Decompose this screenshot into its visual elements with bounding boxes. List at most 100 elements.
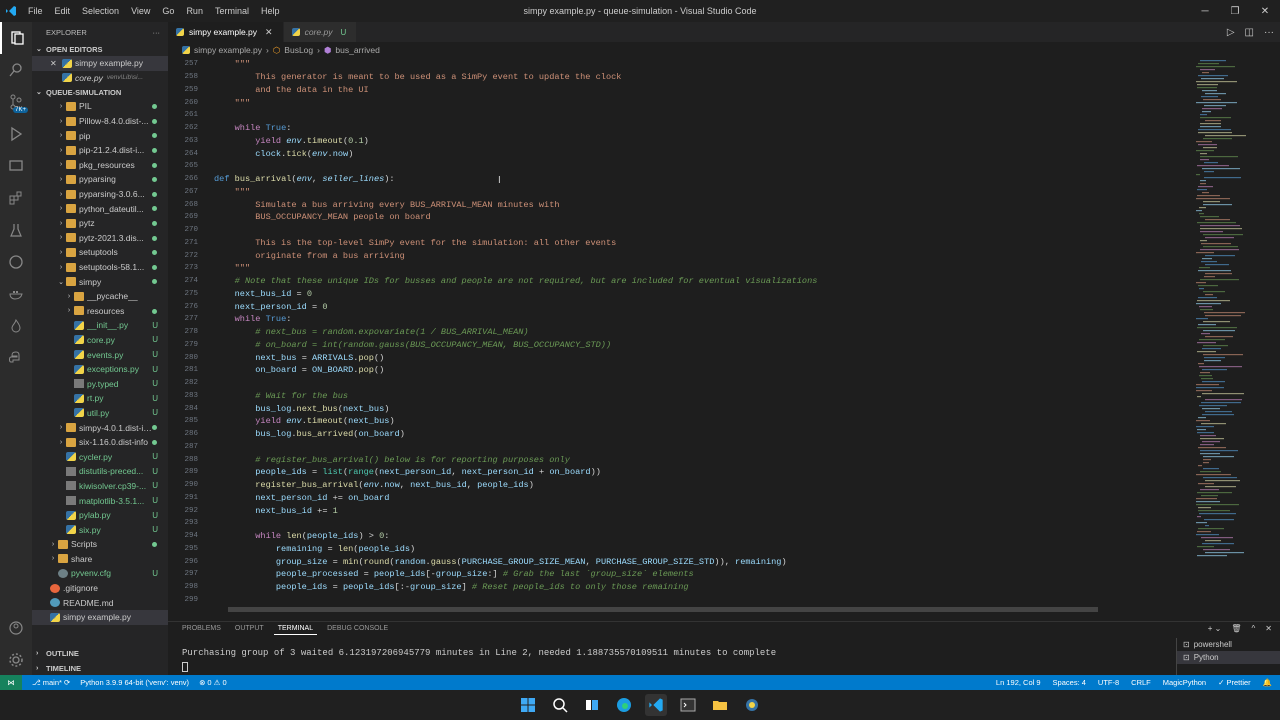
edge-browser-icon[interactable]	[613, 694, 635, 716]
task-view-icon[interactable]	[581, 694, 603, 716]
code-line[interactable]: 299	[168, 594, 1193, 607]
tree-item[interactable]: README.md	[32, 595, 168, 610]
timeline-section[interactable]: › TIMELINE	[32, 661, 168, 675]
tree-item[interactable]: › resources	[32, 304, 168, 319]
code-line[interactable]: 269 BUS_OCCUPANCY_MEAN people on board	[168, 211, 1193, 224]
tab-debug-console[interactable]: DEBUG CONSOLE	[323, 622, 392, 635]
tree-item[interactable]: › pytz	[32, 216, 168, 231]
outline-section[interactable]: › OUTLINE	[32, 646, 168, 660]
tree-item[interactable]: ⌄ simpy	[32, 274, 168, 289]
code-line[interactable]: 270	[168, 224, 1193, 237]
tree-item[interactable]: __init__.py U	[32, 318, 168, 333]
code-line[interactable]: 264 clock.tick(env.now)	[168, 147, 1193, 160]
code-line[interactable]: 259 and the data in the UI	[168, 84, 1193, 97]
breadcrumb-method[interactable]: bus_arrived	[335, 45, 379, 55]
new-terminal-icon[interactable]: + ⌄	[1208, 624, 1222, 633]
code-line[interactable]: 266 def bus_arrival(env, seller_lines):	[168, 173, 1193, 186]
settings-gear-icon[interactable]	[0, 644, 32, 676]
search-icon[interactable]	[0, 54, 32, 86]
code-editor[interactable]: 257 """ 258 This generator is meant to be…	[168, 58, 1193, 607]
terminal-item-python[interactable]: ⊡ Python	[1177, 651, 1280, 664]
explorer-icon[interactable]	[0, 22, 32, 54]
code-line[interactable]: 267 """	[168, 186, 1193, 199]
maximize-panel-icon[interactable]: ^	[1252, 624, 1256, 633]
code-line[interactable]: 284 bus_log.next_bus(next_bus)	[168, 402, 1193, 415]
code-line[interactable]: 260 """	[168, 96, 1193, 109]
tree-item[interactable]: › pyparsing-3.0.6...	[32, 187, 168, 202]
cursor-position[interactable]: Ln 192, Col 9	[996, 678, 1041, 687]
code-line[interactable]: 282	[168, 377, 1193, 390]
tree-item[interactable]: distutils-preced... U	[32, 464, 168, 479]
project-section[interactable]: ⌄ QUEUE-SIMULATION	[32, 85, 168, 99]
tree-item[interactable]: › Pillow-8.4.0.dist-...	[32, 114, 168, 129]
open-editor-item[interactable]: ✕ simpy example.py	[32, 56, 168, 71]
python-icon[interactable]	[0, 342, 32, 374]
code-line[interactable]: 297 people_processed = people_ids[-group…	[168, 568, 1193, 581]
more-actions-icon[interactable]: ···	[153, 28, 161, 37]
github-icon[interactable]	[0, 246, 32, 278]
tree-item[interactable]: six.py U	[32, 522, 168, 537]
close-panel-icon[interactable]: ✕	[1265, 624, 1272, 633]
open-editor-item[interactable]: core.py venv\Lib\si...	[32, 71, 168, 86]
tab-core-py[interactable]: core.py U	[283, 22, 358, 42]
menu-item-go[interactable]: Go	[156, 0, 180, 22]
tree-item[interactable]: › __pycache__	[32, 289, 168, 304]
code-line[interactable]: 286 bus_log.bus_arrived(on_board)	[168, 428, 1193, 441]
tree-item[interactable]: .gitignore	[32, 581, 168, 596]
minimize-button[interactable]: ─	[1190, 0, 1220, 22]
close-tab-icon[interactable]: ✕	[265, 27, 273, 38]
code-line[interactable]: 275 next_bus_id = 0	[168, 288, 1193, 301]
horizontal-scrollbar[interactable]	[228, 607, 1098, 612]
tree-item[interactable]: kiwisolver.cp39-... U	[32, 479, 168, 494]
menu-item-help[interactable]: Help	[255, 0, 286, 22]
run-file-icon[interactable]: ▷	[1227, 27, 1235, 38]
menu-item-terminal[interactable]: Terminal	[209, 0, 255, 22]
tree-item[interactable]: py.typed U	[32, 376, 168, 391]
code-line[interactable]: 280 next_bus = ARRIVALS.pop()	[168, 351, 1193, 364]
tree-item[interactable]: util.py U	[32, 406, 168, 421]
code-line[interactable]: 273 """	[168, 262, 1193, 275]
menu-item-edit[interactable]: Edit	[49, 0, 77, 22]
code-line[interactable]: 278 # next_bus = random.expovariate(1 / …	[168, 326, 1193, 339]
file-explorer-icon[interactable]	[709, 694, 731, 716]
maximize-button[interactable]: ❐	[1220, 0, 1250, 22]
tab-output[interactable]: OUTPUT	[231, 622, 268, 635]
tree-item[interactable]: core.py U	[32, 333, 168, 348]
code-line[interactable]: 298 people_ids = people_ids[:-group_size…	[168, 581, 1193, 594]
remote-explorer-icon[interactable]	[0, 150, 32, 182]
prettier-status[interactable]: ✓ Prettier	[1218, 678, 1251, 687]
line-endings[interactable]: CRLF	[1131, 678, 1151, 687]
code-line[interactable]: 265	[168, 160, 1193, 173]
menu-item-run[interactable]: Run	[180, 0, 209, 22]
close-icon[interactable]: ✕	[50, 59, 62, 68]
branch-indicator[interactable]: ⎇ main* ⟳	[32, 678, 70, 687]
tree-item[interactable]: cycler.py U	[32, 449, 168, 464]
tree-item[interactable]: › setuptools-58.1...	[32, 260, 168, 275]
tree-item[interactable]: pylab.py U	[32, 508, 168, 523]
language-mode[interactable]: MagicPython	[1163, 678, 1206, 687]
tree-item[interactable]: › PIL	[32, 99, 168, 114]
menu-item-selection[interactable]: Selection	[76, 0, 125, 22]
code-line[interactable]: 293	[168, 517, 1193, 530]
tree-item[interactable]: › Scripts	[32, 537, 168, 552]
python-interpreter[interactable]: Python 3.9.9 64-bit ('venv': venv)	[80, 678, 189, 687]
tree-item[interactable]: › setuptools	[32, 245, 168, 260]
tab-terminal[interactable]: TERMINAL	[273, 622, 318, 635]
code-line[interactable]: 289 people_ids = list(range(next_person_…	[168, 466, 1193, 479]
code-line[interactable]: 287	[168, 441, 1193, 454]
tree-item[interactable]: › simpy-4.0.1.dist-info	[32, 420, 168, 435]
python-app-icon[interactable]	[741, 694, 763, 716]
code-line[interactable]: 283 # Wait for the bus	[168, 390, 1193, 403]
tree-item[interactable]: › pip-21.2.4.dist-i...	[32, 143, 168, 158]
vscode-taskbar-icon[interactable]	[645, 694, 667, 716]
tree-item[interactable]: rt.py U	[32, 391, 168, 406]
breadcrumb-file[interactable]: simpy example.py	[194, 45, 262, 55]
trash-icon[interactable]: 🗑	[1231, 624, 1241, 633]
split-editor-icon[interactable]: ◫	[1245, 27, 1254, 38]
code-line[interactable]: 290 register_bus_arrival(env.now, next_b…	[168, 479, 1193, 492]
code-line[interactable]: 296 group_size = min(round(random.gauss(…	[168, 555, 1193, 568]
code-line[interactable]: 285 yield env.timeout(next_bus)	[168, 415, 1193, 428]
tree-item[interactable]: exceptions.py U	[32, 362, 168, 377]
minimap[interactable]	[1194, 58, 1270, 598]
menu-item-view[interactable]: View	[125, 0, 156, 22]
